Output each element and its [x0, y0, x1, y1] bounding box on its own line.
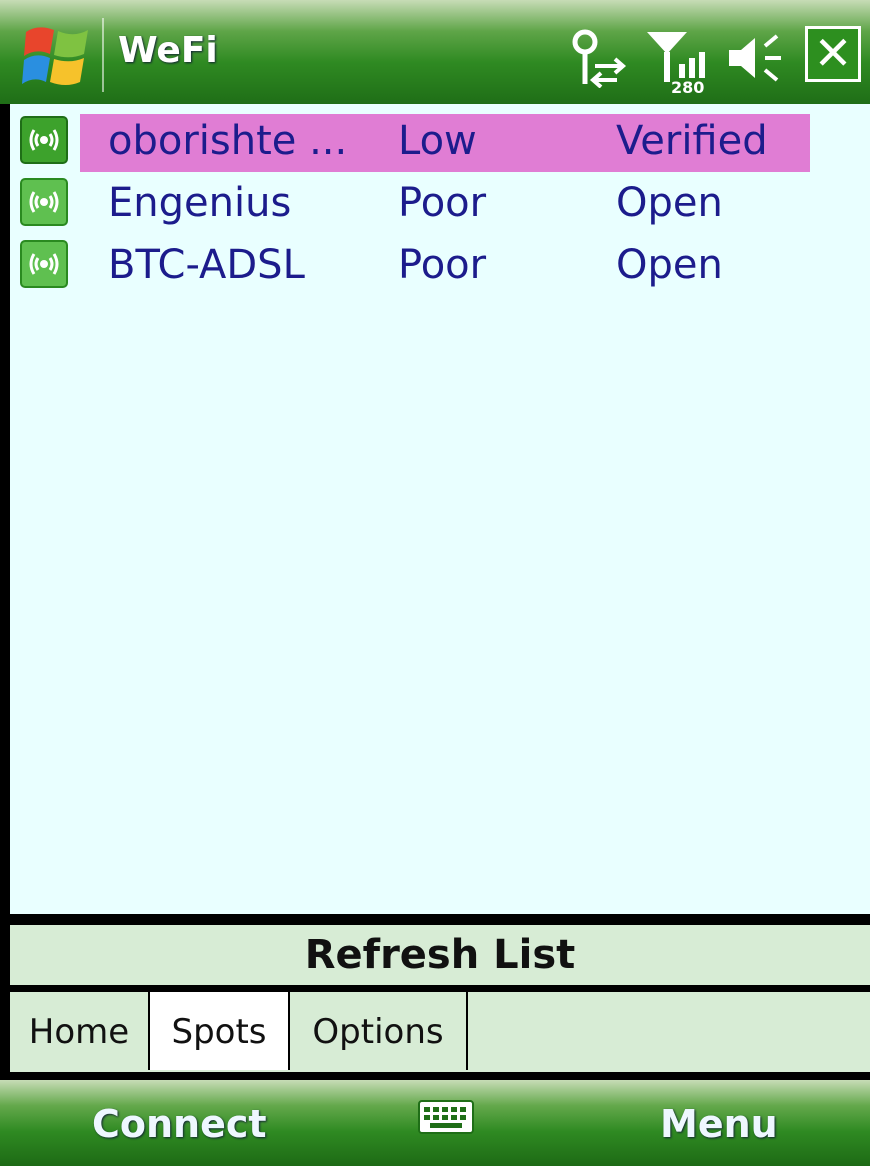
wifi-hotspot-icon — [20, 116, 68, 164]
network-signal: Low — [398, 118, 477, 164]
softkey-bar: Connect Menu — [0, 1080, 870, 1166]
tab-bar: Home Spots Options — [10, 992, 870, 1072]
tab-options[interactable]: Options — [290, 992, 468, 1070]
connectivity-icon — [572, 29, 627, 88]
network-name: BTC-ADSL — [108, 242, 305, 288]
refresh-list-button[interactable]: Refresh List — [10, 922, 870, 988]
signal-label: 280 — [671, 78, 705, 97]
volume-icon — [729, 34, 781, 82]
list-item[interactable]: oborishte ... Low Verified — [10, 110, 870, 172]
tab-home[interactable]: Home — [10, 992, 150, 1070]
connect-softkey[interactable]: Connect — [92, 1102, 267, 1146]
close-icon: ✕ — [813, 26, 853, 80]
tab-spots-label: Spots — [171, 1012, 267, 1052]
list-item[interactable]: Engenius Poor Open — [10, 172, 870, 234]
network-signal: Poor — [398, 242, 487, 288]
network-security: Verified — [616, 118, 768, 164]
network-name: Engenius — [108, 180, 292, 226]
wifi-hotspot-icon — [20, 240, 68, 288]
hotspot-list[interactable]: oborishte ... Low Verified Engenius Poor… — [10, 104, 870, 914]
close-button[interactable]: ✕ — [805, 26, 861, 82]
refresh-list-label: Refresh List — [304, 932, 576, 978]
tab-home-label: Home — [28, 1012, 130, 1052]
windows-logo-icon[interactable] — [22, 22, 92, 90]
title-bar: WeFi 280 ✕ — [0, 0, 870, 104]
app-title: WeFi — [118, 30, 218, 71]
network-security: Open — [616, 180, 723, 226]
keyboard-icon[interactable] — [418, 1100, 474, 1134]
network-signal: Poor — [398, 180, 487, 226]
tab-options-label: Options — [312, 1012, 444, 1052]
network-security: Open — [616, 242, 723, 288]
title-separator — [102, 18, 104, 92]
menu-softkey[interactable]: Menu — [660, 1102, 778, 1146]
tab-spots[interactable]: Spots — [150, 992, 290, 1070]
wifi-hotspot-icon — [20, 178, 68, 226]
network-name: oborishte ... — [108, 118, 348, 164]
list-item[interactable]: BTC-ADSL Poor Open — [10, 234, 870, 296]
